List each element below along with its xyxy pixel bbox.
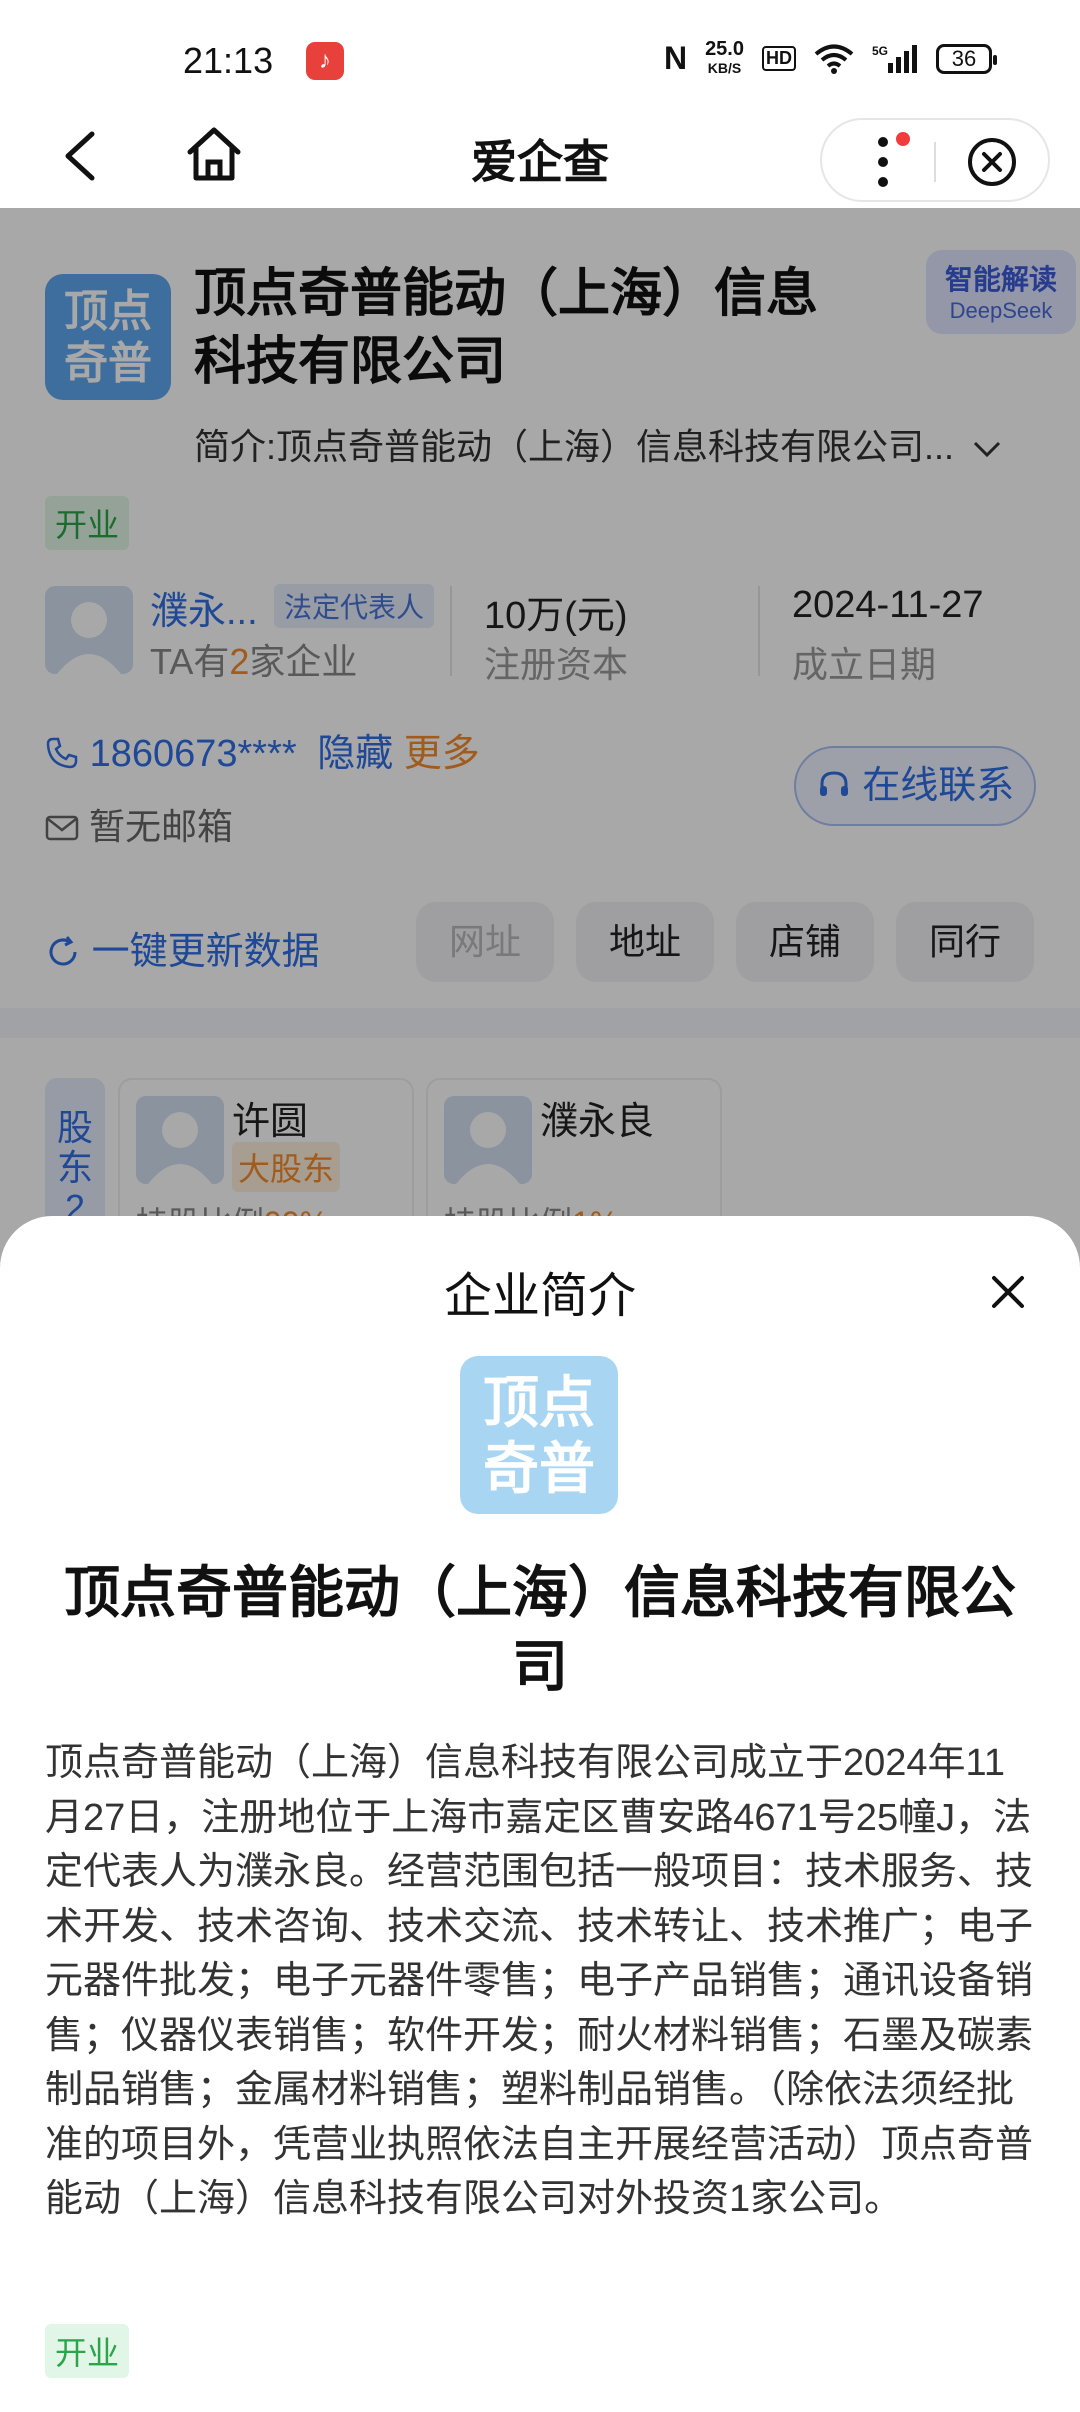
- network-speed: 25.0 KB/S: [705, 38, 744, 76]
- capsule-divider: [934, 142, 936, 182]
- status-icons: N 25.0 KB/S HD 5G 36: [663, 38, 997, 77]
- wifi-icon: [814, 44, 854, 74]
- sheet-title: 企业简介: [443, 1270, 636, 1323]
- notification-dot: [896, 132, 910, 146]
- svg-text:5G: 5G: [872, 44, 888, 58]
- hd-icon: HD: [762, 46, 796, 71]
- sheet-company-name: 顶点奇普能动（上海）信息科技有限公司: [64, 1561, 1016, 1698]
- sheet-company-description: 顶点奇普能动（上海）信息科技有限公司成立于2024年11月27日，注册地位于上海…: [45, 1742, 1034, 2220]
- close-mini-program-icon[interactable]: [966, 136, 1018, 188]
- battery-icon: 36: [936, 43, 997, 74]
- nfc-icon: N: [663, 40, 688, 76]
- more-icon[interactable]: [876, 134, 890, 190]
- sheet-status-badge: 开业: [45, 2324, 130, 2378]
- music-app-icon: ♪: [306, 42, 344, 80]
- close-icon[interactable]: [984, 1268, 1032, 1316]
- sheet-company-logo: 顶点 奇普: [460, 1356, 618, 1514]
- status-time: 21:13: [183, 40, 274, 81]
- signal-icon: 5G: [872, 44, 917, 73]
- nav-bar: 爱企查: [0, 112, 1080, 208]
- mini-program-capsule: [820, 118, 1050, 202]
- status-bar: 21:13 ♪ N 25.0 KB/S HD 5G 36: [0, 0, 1080, 112]
- company-intro-sheet: 企业简介 顶点 奇普 顶点奇普能动（上海）信息科技有限公司 顶点奇普能动（上海）信…: [0, 1216, 1080, 2412]
